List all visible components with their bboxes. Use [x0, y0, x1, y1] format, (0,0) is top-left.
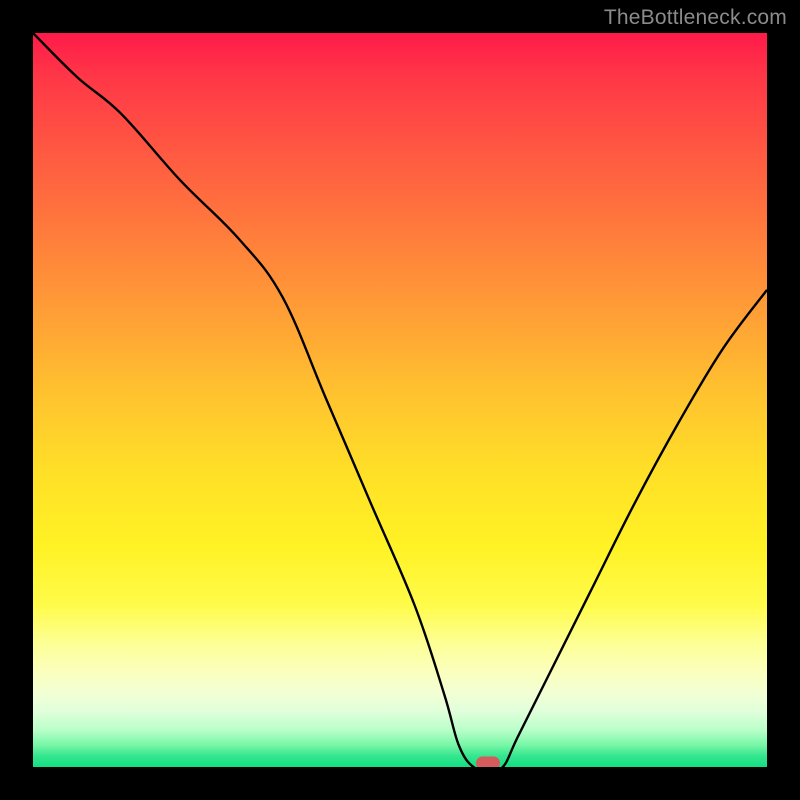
plot-area	[33, 33, 767, 767]
optimal-marker	[476, 757, 500, 768]
watermark-text: TheBottleneck.com	[604, 6, 787, 30]
curve-layer	[33, 33, 767, 767]
bottleneck-curve	[33, 33, 767, 767]
chart-frame: TheBottleneck.com	[0, 0, 800, 800]
